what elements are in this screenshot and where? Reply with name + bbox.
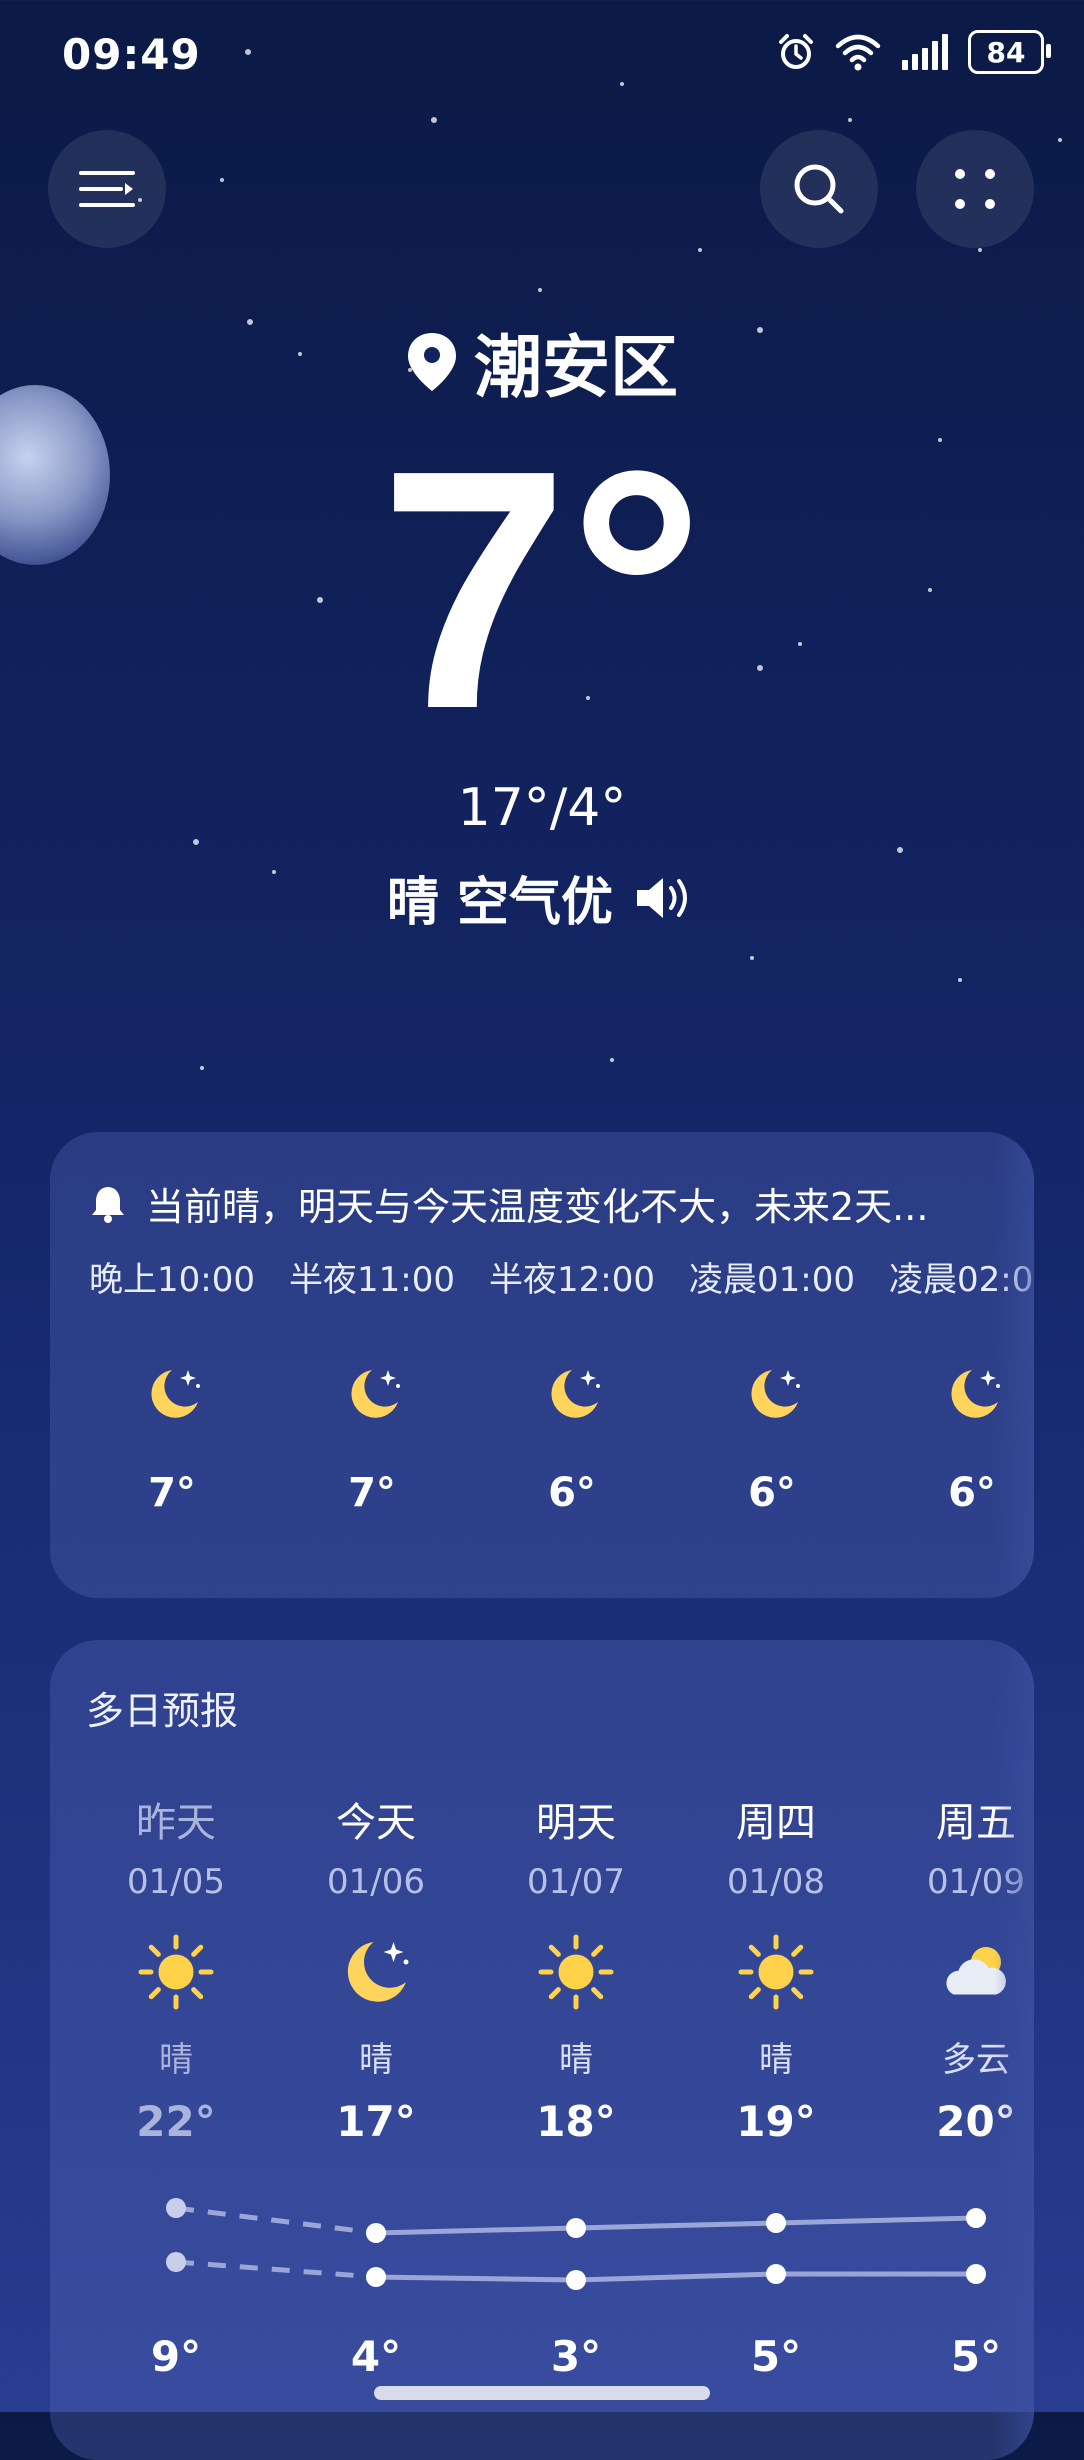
moon-icon	[351, 1370, 400, 1418]
battery-level: 84	[986, 35, 1026, 69]
menu-button[interactable]	[48, 130, 166, 248]
home-indicator[interactable]	[374, 2386, 710, 2400]
location-pin-icon	[407, 332, 456, 391]
hour-temp: 6°	[748, 1470, 796, 1516]
location-name: 潮安区	[473, 329, 678, 408]
high-trend-segment	[775, 2215, 977, 2226]
hour-icon	[142, 1362, 206, 1426]
hourly-item: 凌晨01:00 6°	[672, 1252, 872, 1516]
current-condition: 晴 空气优	[0, 860, 1084, 935]
high-trend-point	[966, 2208, 986, 2228]
weather-alert[interactable]: 当前晴，明天与今天温度变化不大，未来2天...	[90, 1176, 1014, 1231]
status-icons: 84	[776, 30, 1051, 74]
hour-icon	[742, 1362, 806, 1426]
high-trend-segment	[375, 2225, 577, 2236]
low-trend-point	[766, 2264, 786, 2284]
condition-text: 晴 空气优	[386, 873, 614, 933]
bell-icon	[92, 1186, 124, 1223]
high-trend-segment	[575, 2220, 777, 2231]
speaker-icon[interactable]	[633, 873, 697, 923]
hourly-item: 晚上10:00 7°	[72, 1252, 272, 1516]
status-bar: 09:49 84	[0, 0, 1084, 110]
wifi-icon	[835, 34, 881, 71]
battery-indicator: 84	[968, 30, 1051, 74]
signal-icon	[902, 34, 948, 70]
hour-temp: 7°	[148, 1470, 196, 1516]
hourly-item: 半夜12:00 6°	[472, 1252, 672, 1516]
hour-temp: 6°	[548, 1470, 596, 1516]
low-trend-point	[566, 2270, 586, 2290]
hour-label: 半夜12:00	[489, 1260, 655, 1300]
hourly-item: 半夜11:00 7°	[272, 1252, 472, 1516]
low-trend-segment	[575, 2271, 777, 2283]
hour-icon	[342, 1362, 406, 1426]
low-trend-point	[966, 2264, 986, 2284]
high-trend-point	[166, 2198, 186, 2218]
alert-text: 当前晴，明天与今天温度变化不大，未来2天...	[146, 1185, 929, 1229]
current-temperature: 7°	[379, 400, 705, 780]
moon-icon	[151, 1370, 200, 1418]
hour-label: 半夜11:00	[289, 1260, 455, 1300]
hour-icon	[542, 1362, 606, 1426]
grid-dots-icon	[955, 169, 995, 209]
low-trend-segment	[375, 2274, 577, 2283]
high-trend-segment	[175, 2205, 377, 2236]
temperature-range: 17°/4°	[457, 778, 627, 838]
daily-forecast-card[interactable]: 多日预报 昨天 01/05 晴 22° 9° 今天 01/06 晴 17° 4° 明天 …	[50, 1640, 1034, 2460]
hour-label: 晚上10:00	[89, 1260, 255, 1300]
high-trend-point	[566, 2218, 586, 2238]
moon-icon	[551, 1370, 600, 1418]
hour-label: 凌晨01:00	[689, 1260, 855, 1300]
moon-icon	[751, 1370, 800, 1418]
hour-temp: 7°	[348, 1470, 396, 1516]
search-button[interactable]	[760, 130, 878, 248]
low-trend-point	[366, 2267, 386, 2287]
scroll-fade	[994, 1640, 1034, 2460]
low-trend-segment	[175, 2259, 377, 2280]
search-icon	[794, 164, 844, 214]
location-header[interactable]: 潮安区	[0, 312, 1084, 411]
temperature-trend-chart	[166, 2198, 986, 2290]
menu-icon	[79, 171, 135, 207]
more-button[interactable]	[916, 130, 1034, 248]
low-trend-point	[166, 2252, 186, 2272]
hourly-forecast-card[interactable]: 当前晴，明天与今天温度变化不大，未来2天... 晚上10:00 7° 半夜11:0…	[50, 1132, 1034, 1598]
high-trend-point	[766, 2213, 786, 2233]
alarm-icon	[779, 34, 813, 69]
status-time: 09:49	[62, 30, 201, 79]
high-trend-point	[366, 2223, 386, 2243]
scroll-fade	[994, 1132, 1034, 1598]
